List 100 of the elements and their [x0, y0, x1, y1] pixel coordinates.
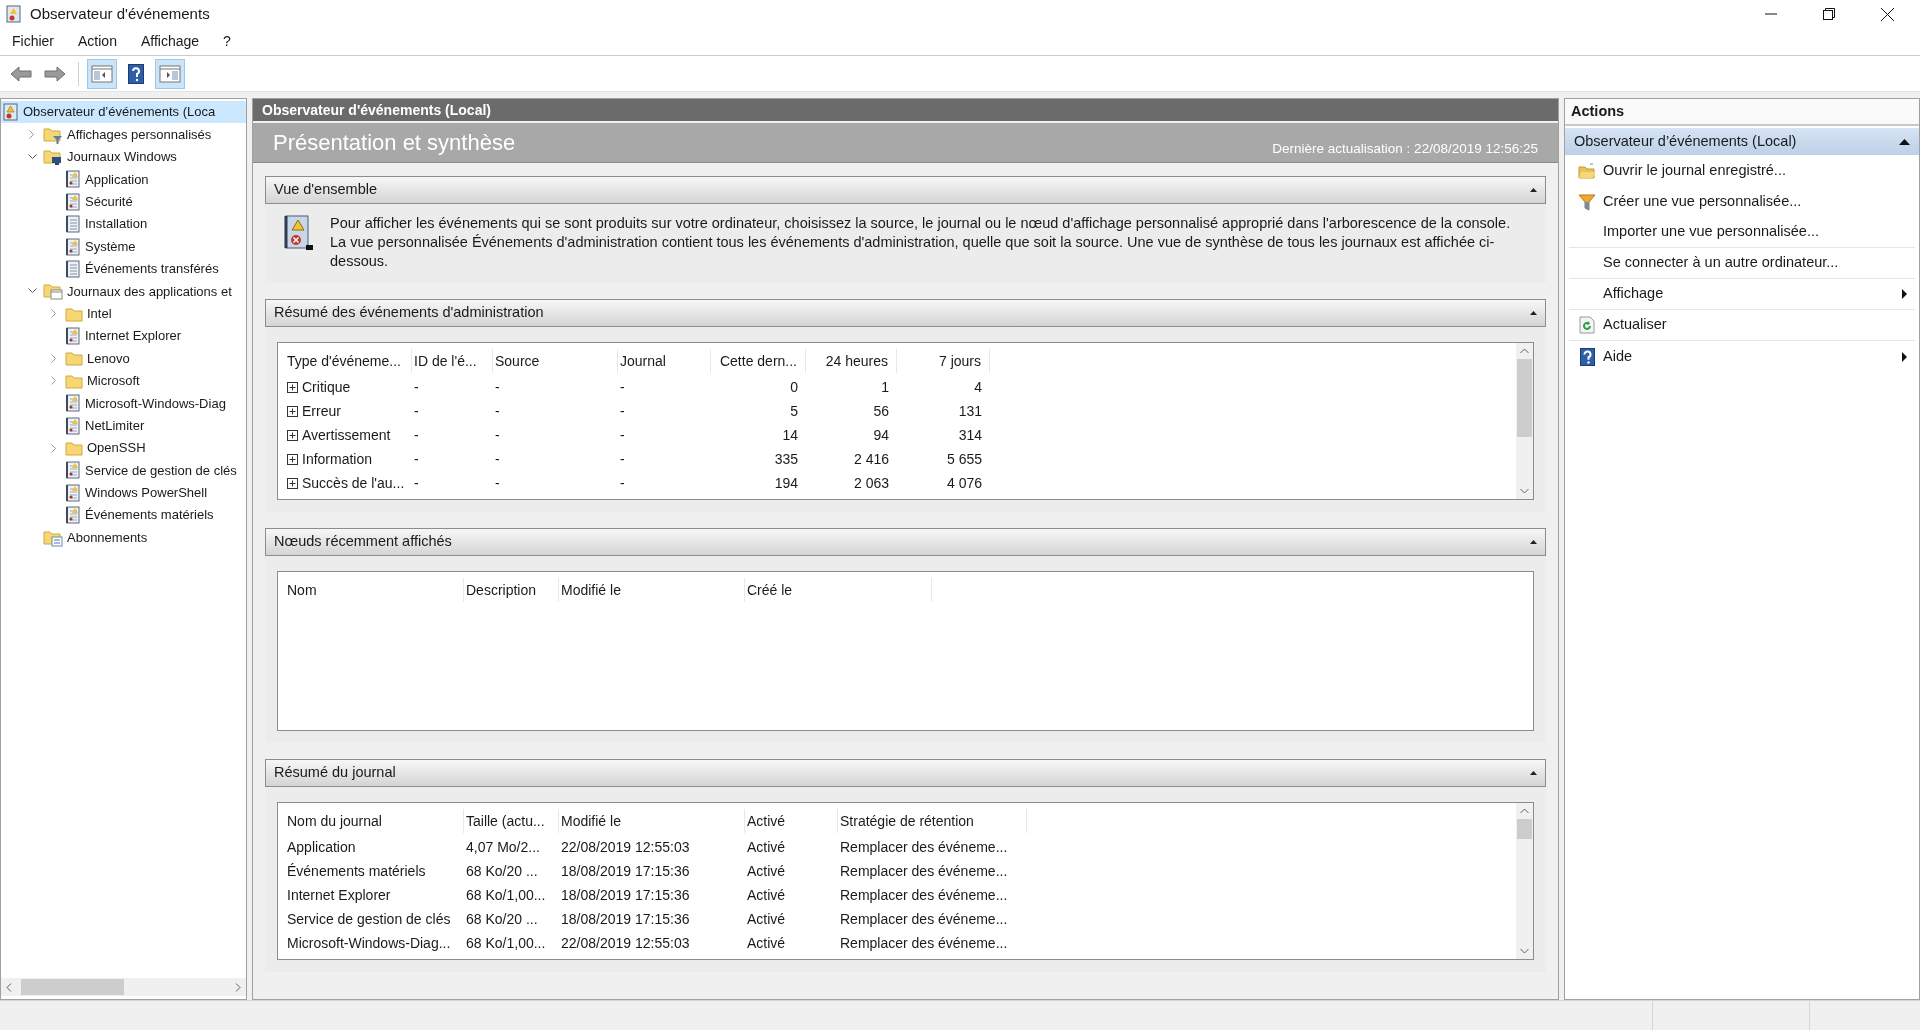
tree-item[interactable]: Système	[1, 235, 246, 258]
vertical-scrollbar[interactable]	[1516, 343, 1533, 499]
section-header[interactable]: Résumé des événements d'administration	[265, 299, 1546, 327]
group-header[interactable]: Observateur d’événements (Local)	[1565, 128, 1919, 155]
page-title: Présentation et synthèse	[273, 129, 516, 157]
table-cell-text: Remplacer des événeme...	[840, 886, 1008, 905]
chevron-right-icon[interactable]	[51, 376, 57, 386]
tree-item[interactable]: Application	[1, 168, 246, 191]
column-header[interactable]: 24 heures	[806, 349, 897, 373]
scroll-up-icon[interactable]	[1520, 808, 1529, 814]
table-cell-text: -	[620, 378, 625, 398]
tree-item[interactable]: Sécurité	[1, 190, 246, 213]
scrollbar-thumb[interactable]	[21, 979, 124, 995]
table-cell-text: 22/08/2019 12:55:03	[561, 838, 690, 858]
chevron-right-icon[interactable]	[51, 354, 57, 363]
menu-item[interactable]: ?	[211, 31, 243, 52]
column-header[interactable]: 7 jours	[897, 349, 990, 373]
column-header[interactable]: Journal	[618, 349, 711, 373]
tree-item[interactable]: Intel	[1, 302, 246, 325]
tree-item[interactable]: Windows PowerShell	[1, 481, 246, 505]
table-cell-text: 5 655	[946, 449, 982, 469]
column-header[interactable]: Activé	[745, 809, 838, 833]
scrollbar-thumb[interactable]	[1517, 359, 1532, 437]
column-header[interactable]: Description	[464, 578, 559, 602]
menu-item[interactable]: Affichage	[128, 31, 212, 52]
menu-item[interactable]: Action	[66, 31, 129, 52]
tree-item[interactable]: Installation	[1, 212, 246, 236]
horizontal-scrollbar[interactable]	[1, 978, 246, 996]
scroll-right-icon[interactable]	[235, 982, 241, 992]
tree-item[interactable]: Microsoft	[1, 369, 246, 393]
table-cell-text: 1	[881, 378, 889, 398]
funnel-icon	[1578, 192, 1596, 211]
section-header[interactable]: Vue d'ensemble	[265, 176, 1546, 204]
help-icon	[128, 63, 144, 84]
column-header[interactable]: Stratégie de rétention	[838, 809, 1027, 833]
chevron-right-icon[interactable]	[51, 443, 57, 453]
log-book-icon	[65, 394, 81, 413]
event-log-icon	[6, 5, 22, 23]
pane-command[interactable]: Importer une vue personnalisée...	[1569, 217, 1915, 248]
pane-command[interactable]: Aide	[1569, 341, 1915, 372]
expand-box-icon[interactable]	[287, 382, 298, 394]
table-cell-text: 68 Ko/20 ...	[466, 909, 538, 929]
table-cell-text: 56	[873, 402, 889, 422]
vertical-scrollbar[interactable]	[1516, 803, 1533, 959]
scroll-down-icon[interactable]	[1520, 948, 1529, 954]
pane-command[interactable]: Se connecter à un autre ordinateur...	[1569, 248, 1915, 279]
tree-item[interactable]: OpenSSH	[1, 436, 246, 460]
tree-item[interactable]: Journaux des applications et	[1, 280, 246, 303]
scroll-down-icon[interactable]	[1520, 488, 1529, 494]
tree-item[interactable]: Service de gestion de clés	[1, 459, 246, 482]
tree-item[interactable]: Événements matériels	[1, 504, 246, 527]
table-cell-text: -	[620, 449, 625, 469]
section-header[interactable]: Nœuds récemment affichés	[265, 528, 1546, 556]
tree-item[interactable]: Lenovo	[1, 347, 246, 370]
menu-item[interactable]: Fichier	[0, 31, 66, 52]
tree-item[interactable]: Microsoft-Windows-Diag	[1, 392, 246, 415]
scroll-up-icon[interactable]	[1520, 348, 1529, 354]
expand-box-icon[interactable]	[287, 406, 298, 418]
column-header[interactable]: Type d'événeme...	[285, 349, 412, 373]
expand-box-icon[interactable]	[287, 453, 298, 465]
action-label: Affichage	[1603, 284, 1665, 304]
column-header[interactable]: ID de l'é...	[412, 349, 493, 373]
chevron-down-icon[interactable]	[27, 288, 37, 295]
close-icon	[1880, 7, 1894, 21]
column-header[interactable]: Modifié le	[559, 578, 745, 602]
tree-item[interactable]: Internet Explorer	[1, 324, 246, 348]
expand-box-icon[interactable]	[287, 430, 298, 441]
table-cell-text: -	[414, 402, 419, 422]
section-header[interactable]: Résumé du journal	[265, 759, 1546, 787]
chevron-right-icon[interactable]	[29, 130, 35, 140]
column-header[interactable]: Modifié le	[559, 809, 745, 833]
pane-command[interactable]: Ouvrir le journal enregistré...	[1569, 155, 1915, 186]
table-cell-text: 4 076	[946, 473, 982, 493]
tree-item[interactable]: Observateur d’événements (Loca	[1, 101, 246, 124]
tree-item[interactable]: Abonnements	[1, 526, 246, 549]
folder-icon	[65, 305, 83, 322]
window-title: Observateur d'événements	[30, 3, 211, 24]
tree-item[interactable]: Événements transférés	[1, 257, 246, 281]
collapse-arrow-icon	[1899, 138, 1910, 145]
chevron-right-icon[interactable]	[51, 309, 57, 319]
tree-item[interactable]: NetLimiter	[1, 414, 246, 437]
column-header[interactable]: Nom	[285, 578, 464, 602]
pane-command[interactable]: Actualiser	[1569, 310, 1915, 341]
table-cell-text: Activé	[747, 886, 786, 905]
folder-icon	[1578, 162, 1596, 179]
column-header[interactable]: Taille (actu...	[464, 809, 559, 833]
column-header[interactable]: Créé le	[745, 578, 932, 602]
pane-command[interactable]: Créer une vue personnalisée...	[1569, 186, 1915, 217]
tree-item[interactable]: Journaux Windows	[1, 145, 246, 169]
tree-item[interactable]: Affichages personnalisés	[1, 123, 246, 146]
table-cell-text: Remplacer des événeme...	[840, 862, 1008, 882]
pane-command[interactable]: Affichage	[1569, 279, 1915, 310]
chevron-down-icon[interactable]	[27, 153, 37, 160]
expand-box-icon[interactable]	[287, 477, 298, 489]
log-book-icon	[65, 215, 81, 234]
column-header[interactable]: Nom du journal	[285, 809, 464, 833]
column-header[interactable]: Source	[493, 349, 618, 373]
scrollbar-thumb[interactable]	[1517, 819, 1532, 839]
scroll-left-icon[interactable]	[6, 982, 12, 992]
column-header[interactable]: Cette dern...	[711, 349, 806, 373]
